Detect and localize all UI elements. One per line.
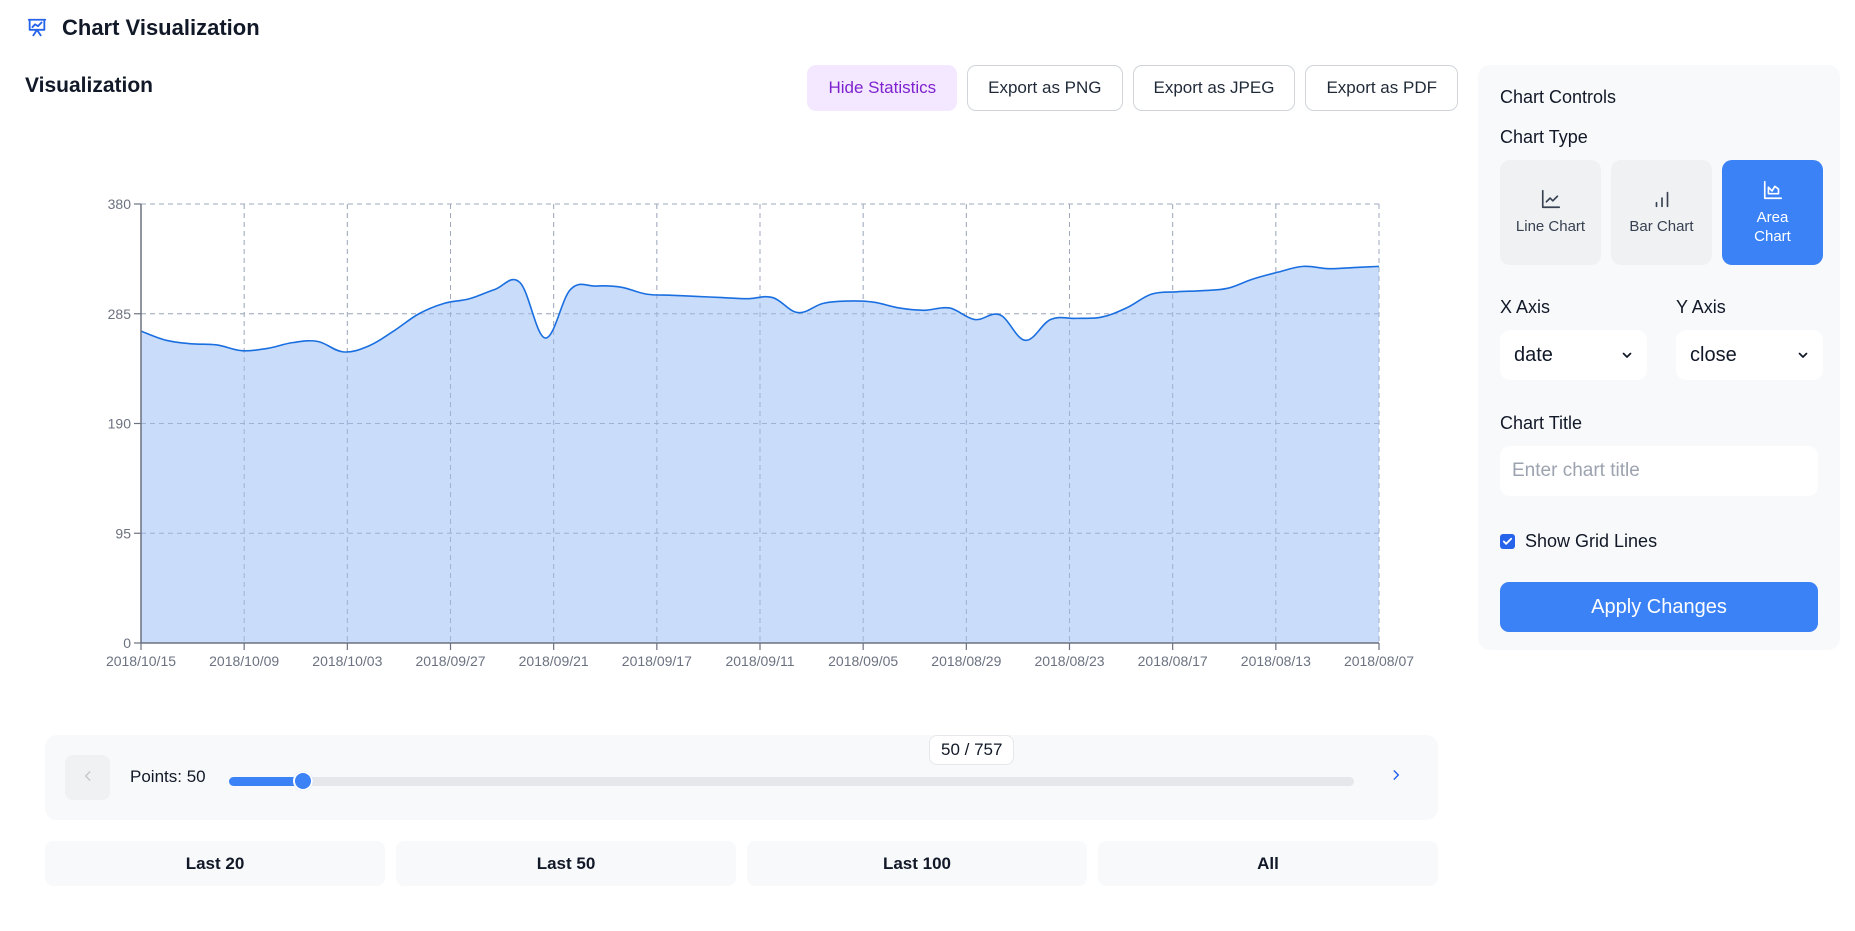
chart-area: 0 95 190 285 380 2018/10/15 2018/10/09 2018/10/… — [0, 150, 1460, 690]
series — [140, 203, 1380, 643]
app-title: Chart Visualization — [62, 15, 260, 40]
x-tick-label: 2018/09/21 — [519, 653, 589, 669]
y-tick-label: 285 — [108, 306, 132, 322]
chart-title-input[interactable] — [1500, 446, 1818, 496]
x-tick-label: 2018/08/29 — [931, 653, 1001, 669]
chevron-down-icon — [1621, 349, 1633, 361]
presentation-chart-icon — [26, 17, 48, 39]
x-tick-label: 2018/08/13 — [1241, 653, 1311, 669]
apply-changes-button[interactable]: Apply Changes — [1500, 582, 1818, 632]
x-tick-label: 2018/08/07 — [1344, 653, 1414, 669]
toolbar: Hide Statistics Export as PNG Export as … — [807, 65, 1458, 111]
x-tick-label: 2018/10/15 — [106, 653, 176, 669]
x-tick-label: 2018/09/11 — [725, 653, 794, 669]
previous-button[interactable] — [65, 755, 110, 800]
next-button[interactable] — [1373, 755, 1418, 800]
x-axis-label: X Axis — [1500, 297, 1551, 317]
y-tick-label: 380 — [108, 196, 132, 212]
chart-type-label: Chart Type — [1500, 127, 1588, 147]
chevron-down-icon — [1797, 349, 1809, 361]
x-tick-label: 2018/10/09 — [209, 653, 279, 669]
chart-type-area-label: Area Chart — [1754, 208, 1791, 245]
y-axis-select-value: close — [1690, 343, 1737, 366]
x-tick-label: 2018/09/17 — [622, 653, 692, 669]
chart-type-bar[interactable]: Bar Chart — [1611, 160, 1712, 265]
show-grid-lines-toggle[interactable]: Show Grid Lines — [1500, 531, 1657, 552]
points-slider-panel: Points: 50 50 / 757 — [45, 735, 1438, 820]
y-tick-label: 190 — [108, 416, 132, 432]
chevron-right-icon — [1389, 766, 1403, 789]
line-chart-icon — [1540, 188, 1562, 210]
x-tick-label: 2018/09/05 — [828, 653, 898, 669]
x-axis-select-value: date — [1514, 343, 1553, 366]
panel-title: Chart Controls — [1500, 87, 1617, 107]
area-chart: 0 95 190 285 380 2018/10/15 2018/10/09 2018/10/… — [106, 196, 1414, 669]
y-axis-label: Y Axis — [1676, 297, 1726, 317]
area-chart-icon — [1762, 179, 1784, 201]
x-tick-label: 2018/10/03 — [312, 653, 382, 669]
chart-title-label: Chart Title — [1500, 413, 1583, 433]
y-tick-label: 0 — [123, 635, 131, 651]
y-axis-select[interactable]: close — [1676, 330, 1823, 380]
slider-fill — [229, 777, 304, 786]
export-pdf-button[interactable]: Export as PDF — [1305, 65, 1458, 111]
export-png-button[interactable]: Export as PNG — [967, 65, 1123, 111]
checkbox-checked-icon[interactable] — [1500, 534, 1515, 549]
x-tick-label: 2018/08/23 — [1034, 653, 1104, 669]
chart-type-area[interactable]: Area Chart — [1722, 160, 1823, 265]
chart-type-options: Line Chart Bar Chart Area Chart — [1500, 160, 1823, 265]
chevron-left-icon — [81, 766, 95, 789]
points-counter: 50 / 757 — [929, 735, 1015, 765]
y-tick-label: 95 — [115, 525, 131, 541]
chart-type-bar-label: Bar Chart — [1629, 218, 1694, 236]
quick-range-buttons: Last 20 Last 50 Last 100 All — [45, 841, 1438, 886]
bar-chart-icon — [1651, 188, 1673, 210]
slider-thumb[interactable] — [293, 771, 314, 791]
hide-statistics-button[interactable]: Hide Statistics — [807, 65, 958, 111]
all-button[interactable]: All — [1098, 841, 1438, 886]
last-20-button[interactable]: Last 20 — [45, 841, 385, 886]
section-title: Visualization — [25, 74, 153, 97]
points-slider[interactable]: 50 / 757 — [229, 735, 1354, 791]
chart-controls-panel: Chart Controls Chart Type Line Chart Bar… — [1478, 65, 1840, 650]
x-axis-select[interactable]: date — [1500, 330, 1647, 380]
chart-type-line-label: Line Chart — [1515, 218, 1586, 236]
show-grid-lines-label: Show Grid Lines — [1525, 531, 1658, 551]
x-tick-label: 2018/09/27 — [415, 653, 485, 669]
export-jpeg-button[interactable]: Export as JPEG — [1132, 65, 1296, 111]
x-tick-label: 2018/08/17 — [1138, 653, 1208, 669]
app-header: Chart Visualization — [26, 12, 260, 44]
points-label: Points: 50 — [130, 767, 206, 786]
chart-type-line[interactable]: Line Chart — [1500, 160, 1601, 265]
last-50-button[interactable]: Last 50 — [396, 841, 736, 886]
last-100-button[interactable]: Last 100 — [747, 841, 1087, 886]
